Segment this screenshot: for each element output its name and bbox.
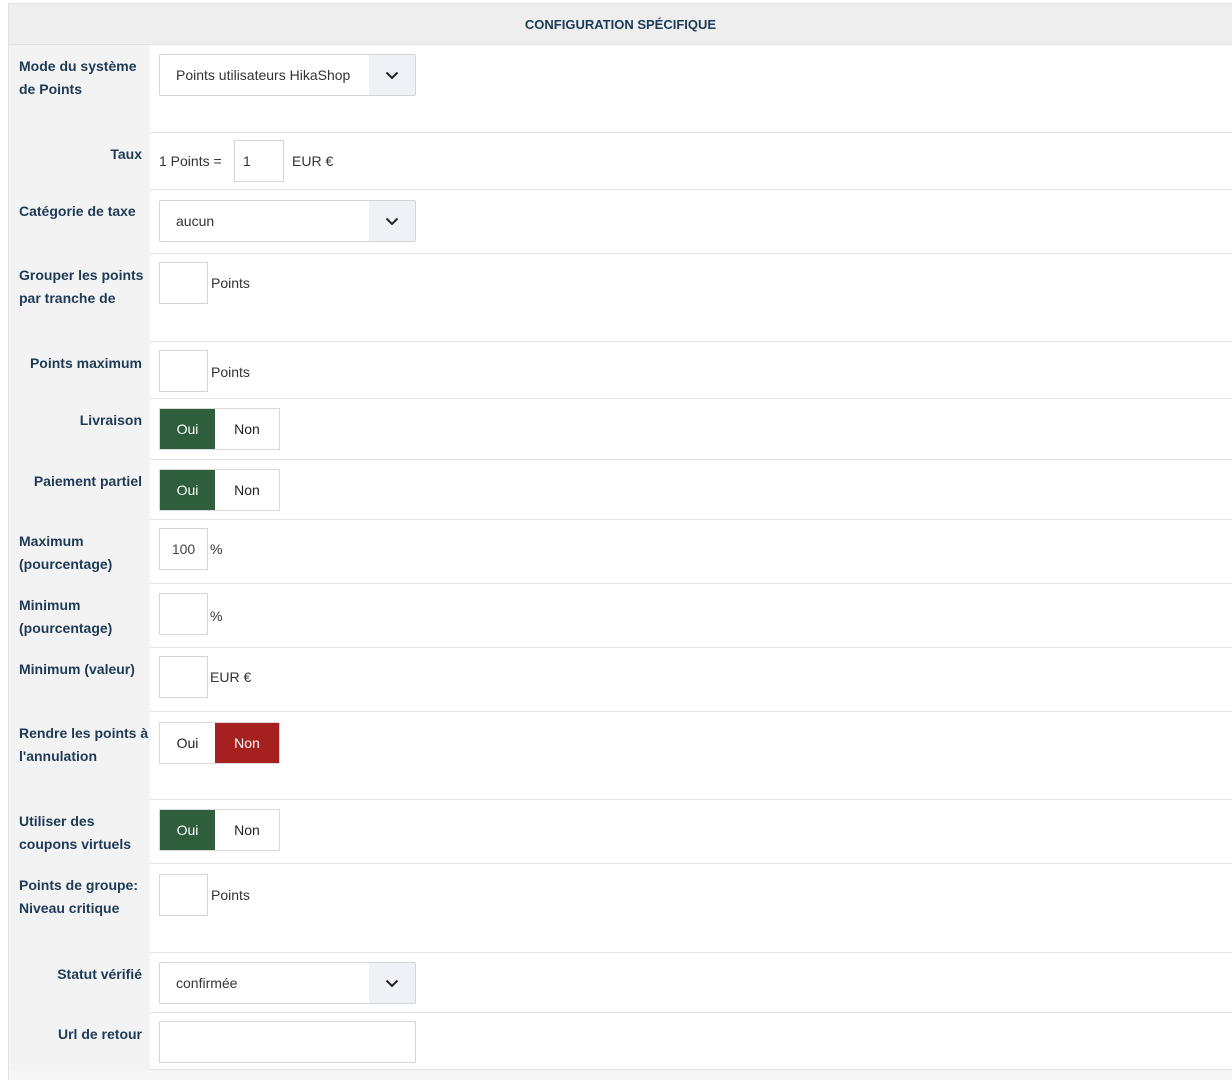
row-coupons: Utiliser des coupons virtuels Oui Non (9, 800, 1232, 864)
row-min-pct: Minimum (pourcentage) % (9, 584, 1232, 648)
groupe-unit: Points (211, 887, 250, 903)
statut-select[interactable]: confirmée (159, 962, 416, 1004)
taxe-select[interactable]: aucun (159, 200, 416, 242)
mode-select-value: Points utilisateurs HikaShop (176, 67, 351, 83)
chevron-down-icon[interactable] (369, 201, 415, 241)
points-max-unit: Points (211, 364, 250, 380)
rendre-non-button[interactable]: Non (215, 723, 279, 763)
label-paiement: Paiement partiel (9, 460, 150, 520)
row-statut: Statut vérifié confirmée (9, 953, 1232, 1013)
min-val-input[interactable] (159, 656, 208, 698)
label-livraison: Livraison (9, 399, 150, 460)
coupons-non-button[interactable]: Non (215, 810, 279, 850)
min-pct-unit: % (210, 608, 223, 624)
grouper-input[interactable] (159, 262, 208, 304)
livraison-oui-button[interactable]: Oui (160, 409, 215, 449)
groupe-input[interactable] (159, 874, 208, 916)
row-points-max: Points maximum Points (9, 342, 1232, 399)
label-taxe: Catégorie de taxe (9, 190, 150, 254)
row-max-pct: Maximum (pourcentage) 100 % (9, 520, 1232, 584)
label-min-val: Minimum (valeur) (9, 648, 150, 712)
taux-prefix: 1 Points = (159, 153, 222, 169)
label-points-max: Points maximum (9, 342, 150, 399)
taxe-select-value: aucun (176, 213, 215, 229)
livraison-toggle: Oui Non (159, 408, 280, 450)
row-taux: Taux 1 Points = 1 EUR € (9, 133, 1232, 190)
paiement-oui-button[interactable]: Oui (160, 470, 215, 510)
coupons-oui-button[interactable]: Oui (160, 810, 215, 850)
row-livraison: Livraison Oui Non (9, 399, 1232, 460)
min-val-unit: EUR € (210, 669, 252, 685)
label-url: Url de retour (9, 1013, 150, 1070)
label-taux: Taux (9, 133, 150, 190)
chevron-down-icon[interactable] (369, 963, 415, 1003)
specific-config-panel: CONFIGURATION SPÉCIFIQUE Mode du système… (8, 3, 1232, 1080)
label-mode: Mode du système de Points (9, 45, 150, 133)
coupons-toggle: Oui Non (159, 809, 280, 851)
row-grouper: Grouper les points par tranche de Points (9, 254, 1232, 342)
grouper-unit: Points (211, 275, 250, 291)
paiement-toggle: Oui Non (159, 469, 280, 511)
row-url: Url de retour (9, 1013, 1232, 1070)
label-statut: Statut vérifié (9, 953, 150, 1013)
label-min-pct: Minimum (pourcentage) (9, 584, 150, 648)
label-groupe: Points de groupe: Niveau critique (9, 864, 150, 953)
row-taxe: Catégorie de taxe aucun (9, 190, 1232, 254)
mode-select[interactable]: Points utilisateurs HikaShop (159, 54, 416, 96)
points-max-input[interactable] (159, 350, 208, 392)
row-mode: Mode du système de Points Points utilisa… (9, 45, 1232, 133)
rendre-oui-button[interactable]: Oui (160, 723, 215, 763)
label-grouper: Grouper les points par tranche de (9, 254, 150, 342)
label-coupons: Utiliser des coupons virtuels (9, 800, 150, 864)
livraison-non-button[interactable]: Non (215, 409, 279, 449)
chevron-down-icon[interactable] (369, 55, 415, 95)
min-pct-input[interactable] (159, 593, 208, 635)
url-input[interactable] (159, 1021, 416, 1063)
taux-unit: EUR € (292, 153, 334, 169)
label-rendre: Rendre les points à l'annulation (9, 712, 150, 800)
panel-title: CONFIGURATION SPÉCIFIQUE (9, 3, 1232, 45)
row-groupe: Points de groupe: Niveau critique Points (9, 864, 1232, 953)
paiement-non-button[interactable]: Non (215, 470, 279, 510)
max-pct-input[interactable]: 100 (159, 528, 208, 570)
row-rendre: Rendre les points à l'annulation Oui Non (9, 712, 1232, 800)
rendre-toggle: Oui Non (159, 722, 280, 764)
statut-select-value: confirmée (176, 975, 238, 991)
row-paiement: Paiement partiel Oui Non (9, 460, 1232, 520)
label-max-pct: Maximum (pourcentage) (9, 520, 150, 584)
taux-input[interactable]: 1 (234, 140, 284, 182)
max-pct-unit: % (210, 541, 223, 557)
row-min-val: Minimum (valeur) EUR € (9, 648, 1232, 712)
